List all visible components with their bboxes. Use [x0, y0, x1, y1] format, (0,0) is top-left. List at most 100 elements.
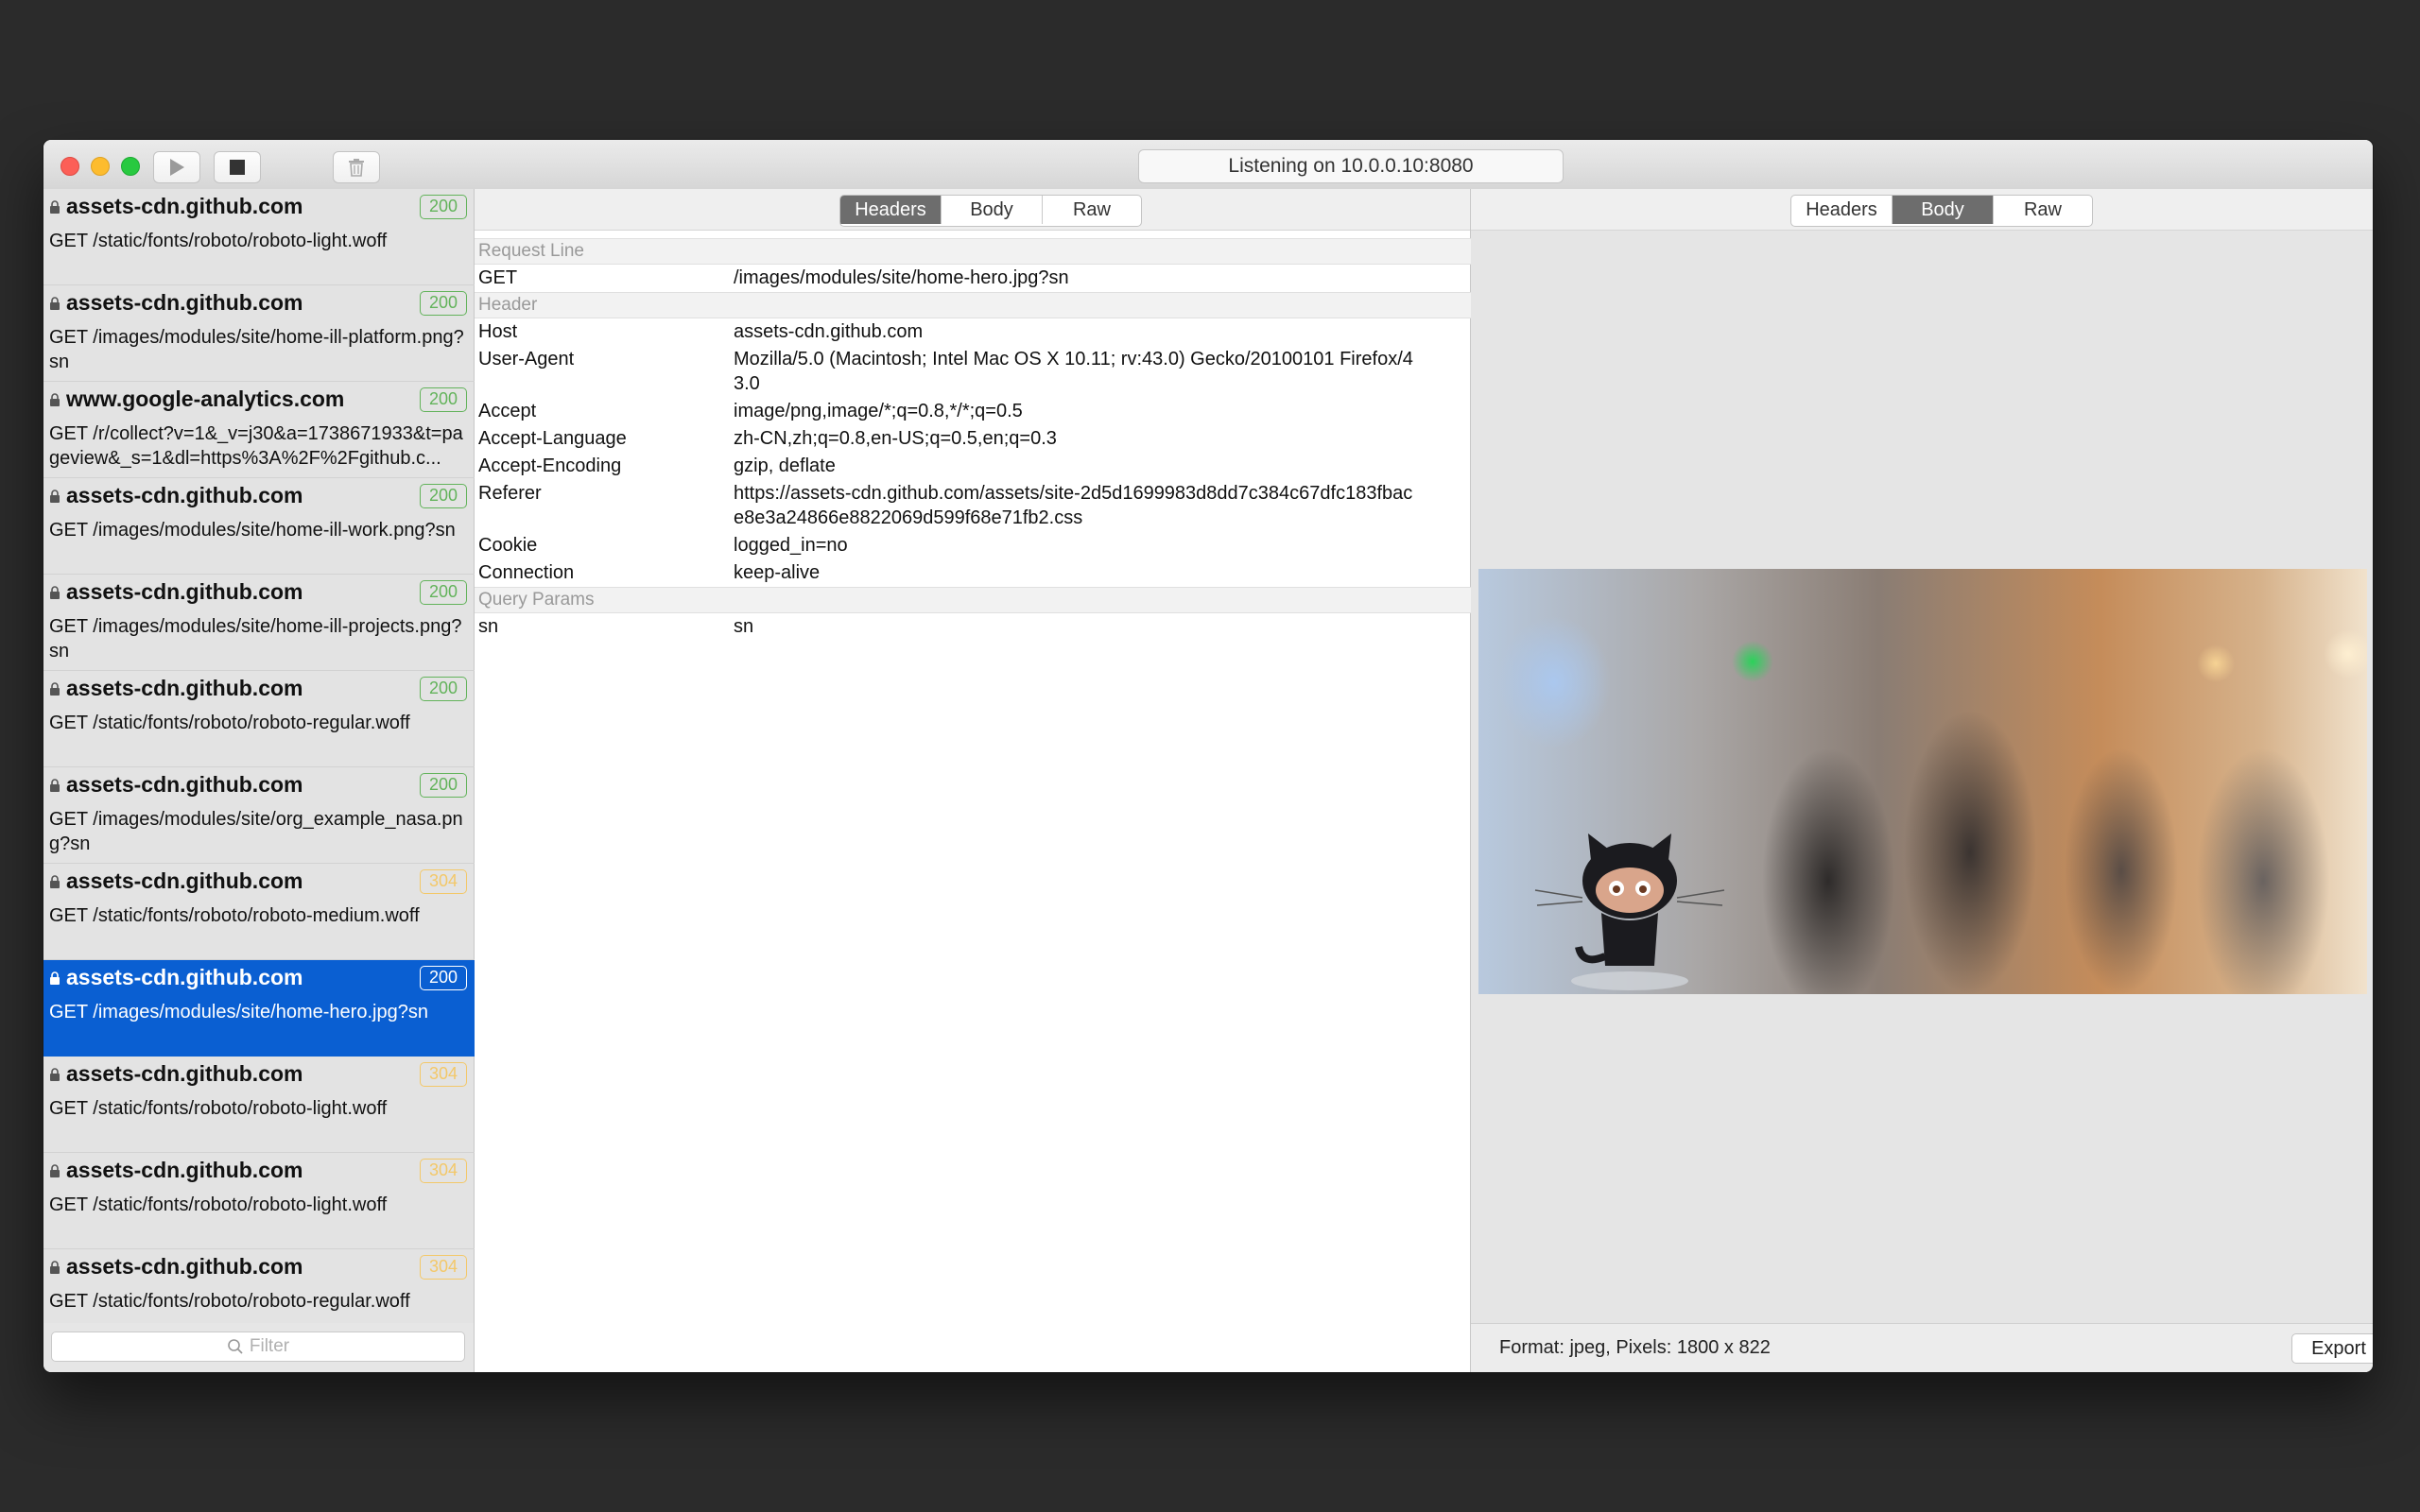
- status-badge: 200: [420, 484, 467, 508]
- filter-input[interactable]: Filter: [51, 1332, 465, 1362]
- header-value: image/png,image/*;q=0.8,*/*;q=0.5: [734, 401, 1023, 421]
- status-badge: 200: [420, 387, 467, 412]
- request-item[interactable]: assets-cdn.github.com 200 GET /static/font…: [43, 671, 475, 767]
- request-host: assets-cdn.github.com: [66, 194, 303, 218]
- request-item[interactable]: assets-cdn.github.com 200 GET /static/font…: [43, 189, 475, 285]
- header-row: Host assets-cdn.github.com: [475, 318, 1471, 346]
- tab-response-raw[interactable]: Raw: [1994, 196, 2092, 224]
- lock-icon: [50, 971, 60, 985]
- tab-request-body[interactable]: Body: [942, 196, 1043, 224]
- request-line-row: GET /images/modules/site/home-hero.jpg?s…: [475, 265, 1471, 292]
- request-path: GET /images/modules/site/home-ill-projec…: [49, 616, 462, 662]
- request-item[interactable]: assets-cdn.github.com 200 GET /images/modu…: [43, 960, 475, 1057]
- section-query-params: Query Params: [475, 587, 1471, 613]
- request-item[interactable]: assets-cdn.github.com 200 GET /images/modu…: [43, 575, 475, 671]
- request-item[interactable]: assets-cdn.github.com 304 GET /static/font…: [43, 1249, 475, 1323]
- app-window: Listening on 10.0.0.10:8080 assets-cdn.g…: [43, 140, 2373, 1372]
- request-tabbar: Headers Body Raw: [475, 189, 1470, 231]
- request-item[interactable]: assets-cdn.github.com 200 GET /images/modu…: [43, 285, 475, 382]
- header-row: Accept-Encoding gzip, deflate: [475, 453, 1471, 480]
- stop-button[interactable]: [214, 151, 261, 183]
- request-path: GET /images/modules/site/home-hero.jpg?s…: [49, 1002, 428, 1022]
- request-path: /images/modules/site/home-hero.jpg?sn: [734, 267, 1069, 288]
- request-host: assets-cdn.github.com: [66, 290, 303, 315]
- section-request-line: Request Line: [475, 238, 1471, 265]
- request-path: GET /images/modules/site/home-ill-platfo…: [49, 327, 464, 372]
- lock-icon: [50, 1261, 60, 1274]
- request-host: assets-cdn.github.com: [66, 868, 303, 893]
- trash-icon: [349, 159, 364, 177]
- header-row: User-Agent Mozilla/5.0 (Macintosh; Intel …: [475, 346, 1471, 398]
- request-item[interactable]: assets-cdn.github.com 304 GET /static/font…: [43, 1153, 475, 1249]
- zoom-window-button[interactable]: [121, 157, 140, 176]
- tab-request-headers[interactable]: Headers: [840, 196, 942, 224]
- tab-response-headers[interactable]: Headers: [1791, 196, 1893, 224]
- header-row: Cookie logged_in=no: [475, 532, 1471, 559]
- header-row: Accept-Language zh-CN,zh;q=0.8,en-US;q=0.…: [475, 425, 1471, 453]
- minimize-window-button[interactable]: [91, 157, 110, 176]
- header-value: https://assets-cdn.github.com/assets/sit…: [734, 483, 1413, 528]
- octocat-figure: [1534, 833, 1725, 990]
- status-badge: 200: [420, 291, 467, 316]
- response-tab-control: Headers Body Raw: [1790, 195, 2093, 227]
- request-host: assets-cdn.github.com: [66, 676, 303, 700]
- play-button[interactable]: [153, 151, 200, 183]
- request-host: assets-cdn.github.com: [66, 1061, 303, 1086]
- request-path: GET /r/collect?v=1&_v=j30&a=1738671933&t…: [49, 423, 463, 469]
- status-badge: 304: [420, 1062, 467, 1087]
- header-key: User-Agent: [478, 349, 575, 369]
- status-badge: 200: [420, 966, 467, 990]
- request-item[interactable]: www.google-analytics.com 200 GET /r/collec…: [43, 382, 475, 478]
- request-path: GET /static/fonts/roboto/roboto-light.wo…: [49, 231, 388, 251]
- play-icon: [170, 159, 184, 176]
- listening-status: Listening on 10.0.0.10:8080: [1138, 149, 1564, 183]
- clear-button[interactable]: [333, 151, 380, 183]
- lock-icon: [50, 490, 60, 503]
- export-button[interactable]: Export: [2291, 1333, 2373, 1364]
- header-key: Accept-Language: [478, 428, 627, 449]
- query-row: sn sn: [475, 613, 1471, 641]
- header-value: assets-cdn.github.com: [734, 321, 924, 342]
- header-key: Accept: [478, 401, 537, 421]
- section-header: Header: [475, 292, 1471, 318]
- status-badge: 304: [420, 869, 467, 894]
- status-badge: 200: [420, 773, 467, 798]
- status-badge: 200: [420, 580, 467, 605]
- status-badge: 304: [420, 1255, 467, 1280]
- lock-icon: [50, 200, 60, 214]
- request-pane: Headers Body Raw Request Line GET /image…: [475, 189, 1471, 1372]
- header-key: Connection: [478, 562, 575, 583]
- stop-icon: [230, 160, 245, 175]
- lock-icon: [50, 779, 60, 792]
- request-item[interactable]: assets-cdn.github.com 304 GET /static/font…: [43, 864, 475, 960]
- request-host: assets-cdn.github.com: [66, 1254, 303, 1279]
- close-window-button[interactable]: [60, 157, 79, 176]
- response-tabbar: Headers Body Raw: [1471, 189, 2373, 231]
- request-sidebar: assets-cdn.github.com 200 GET /static/font…: [43, 189, 475, 1372]
- request-item[interactable]: assets-cdn.github.com 200 GET /images/modu…: [43, 767, 475, 864]
- status-badge: 304: [420, 1159, 467, 1183]
- tab-request-raw[interactable]: Raw: [1043, 196, 1141, 224]
- request-list: assets-cdn.github.com 200 GET /static/font…: [43, 189, 475, 1323]
- header-value: zh-CN,zh;q=0.8,en-US;q=0.5,en;q=0.3: [734, 428, 1057, 449]
- query-value: sn: [734, 616, 754, 637]
- filter-placeholder: Filter: [249, 1336, 290, 1356]
- response-pane: Headers Body Raw Format: jpeg, Pixels: 1…: [1471, 189, 2373, 1372]
- request-path: GET /static/fonts/roboto/roboto-regular.…: [49, 1291, 410, 1312]
- request-item[interactable]: assets-cdn.github.com 304 GET /static/font…: [43, 1057, 475, 1153]
- request-host: assets-cdn.github.com: [66, 1158, 303, 1182]
- lock-icon: [50, 875, 60, 888]
- header-key: Accept-Encoding: [478, 455, 622, 476]
- status-badge: 200: [420, 677, 467, 701]
- query-key: sn: [478, 616, 499, 637]
- tab-response-body[interactable]: Body: [1893, 196, 1994, 224]
- request-item[interactable]: assets-cdn.github.com 200 GET /images/modu…: [43, 478, 475, 575]
- filter-bar: Filter: [43, 1323, 474, 1372]
- search-icon: [228, 1339, 243, 1354]
- header-value: keep-alive: [734, 562, 821, 583]
- request-host: www.google-analytics.com: [66, 387, 345, 411]
- header-value: logged_in=no: [734, 535, 848, 556]
- title-bar: Listening on 10.0.0.10:8080: [43, 140, 2373, 190]
- image-info: Format: jpeg, Pixels: 1800 x 822: [1499, 1337, 1771, 1358]
- header-row: Connection keep-alive: [475, 559, 1471, 587]
